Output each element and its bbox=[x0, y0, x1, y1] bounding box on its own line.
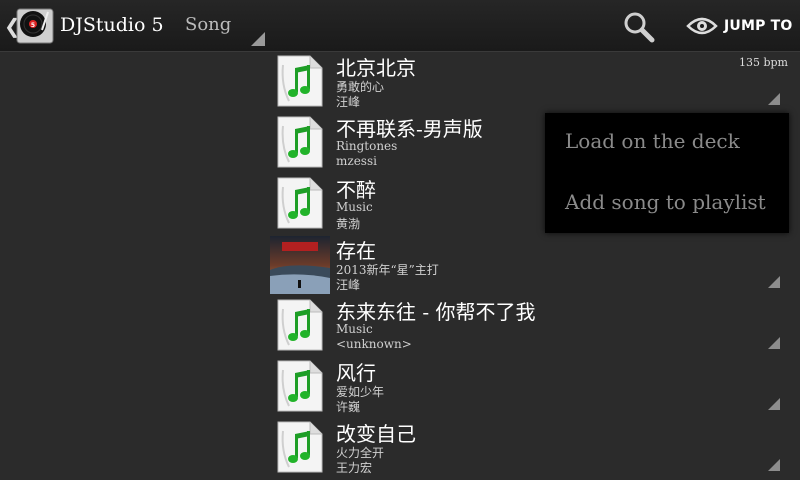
track-artist: mzessi bbox=[336, 154, 377, 168]
row-menu-corner-icon[interactable] bbox=[768, 398, 780, 410]
album-art bbox=[270, 236, 330, 294]
track-title: 不再联系-男声版 bbox=[336, 117, 483, 141]
spinner-label: Song bbox=[185, 14, 232, 35]
track-artist: 王力宏 bbox=[336, 461, 373, 475]
load-on-deck-item[interactable]: Load on the deck bbox=[565, 129, 740, 153]
track-title: 不醉 bbox=[336, 178, 376, 202]
add-to-playlist-item[interactable]: Add song to playlist bbox=[565, 190, 766, 214]
row-menu-corner-icon[interactable] bbox=[768, 93, 780, 105]
eye-icon bbox=[686, 17, 718, 35]
track-title: 存在 bbox=[336, 239, 376, 263]
app-title: DJStudio 5 bbox=[60, 14, 164, 36]
track-artist: 汪峰 bbox=[336, 95, 361, 109]
row-menu-corner-icon[interactable] bbox=[768, 459, 780, 471]
context-menu: Load on the deck Add song to playlist bbox=[545, 113, 789, 233]
track-artist: 汪峰 bbox=[336, 278, 361, 292]
music-note-icon bbox=[277, 177, 323, 229]
row-menu-corner-icon[interactable] bbox=[768, 337, 780, 349]
track-row[interactable]: 北京北京 勇敢的心 汪峰 135 bpm bbox=[0, 52, 800, 113]
svg-text:5: 5 bbox=[31, 22, 35, 29]
track-album: Music bbox=[336, 200, 373, 214]
spinner-corner-icon bbox=[251, 32, 265, 46]
music-note-icon bbox=[277, 421, 323, 473]
track-title: 风行 bbox=[336, 361, 376, 385]
track-artist: <unknown> bbox=[336, 337, 412, 351]
track-album: Music bbox=[336, 322, 373, 336]
track-album: Ringtones bbox=[336, 139, 398, 153]
music-note-icon bbox=[277, 55, 323, 107]
music-note-icon bbox=[277, 360, 323, 412]
track-row[interactable]: 风行 爱如少年 许巍 bbox=[0, 357, 800, 418]
track-artist: 许巍 bbox=[336, 400, 361, 414]
row-menu-corner-icon[interactable] bbox=[768, 276, 780, 288]
track-row[interactable]: 存在 2013新年“星”主打 汪峰 bbox=[0, 235, 800, 296]
track-row[interactable]: 东来东往 - 你帮不了我 Music <unknown> bbox=[0, 296, 800, 357]
jump-to-button[interactable]: JUMP TO bbox=[686, 8, 798, 44]
jump-to-label: JUMP TO bbox=[724, 18, 793, 34]
search-icon[interactable] bbox=[620, 8, 656, 44]
track-bpm: 135 bpm bbox=[738, 56, 788, 69]
track-title: 改变自己 bbox=[336, 422, 416, 446]
turntable-icon[interactable]: 5 bbox=[14, 4, 56, 46]
view-mode-spinner[interactable]: Song bbox=[185, 14, 265, 46]
track-artist: 黄渤 bbox=[336, 217, 361, 231]
track-title: 东来东往 - 你帮不了我 bbox=[336, 300, 536, 324]
music-note-icon bbox=[277, 299, 323, 351]
track-row[interactable]: 改变自己 火力全开 王力宏 bbox=[0, 418, 800, 479]
track-title: 北京北京 bbox=[336, 56, 416, 80]
music-note-icon bbox=[277, 116, 323, 168]
action-bar: ❮ 5 DJStudio 5 Song JUMP TO bbox=[0, 0, 800, 52]
